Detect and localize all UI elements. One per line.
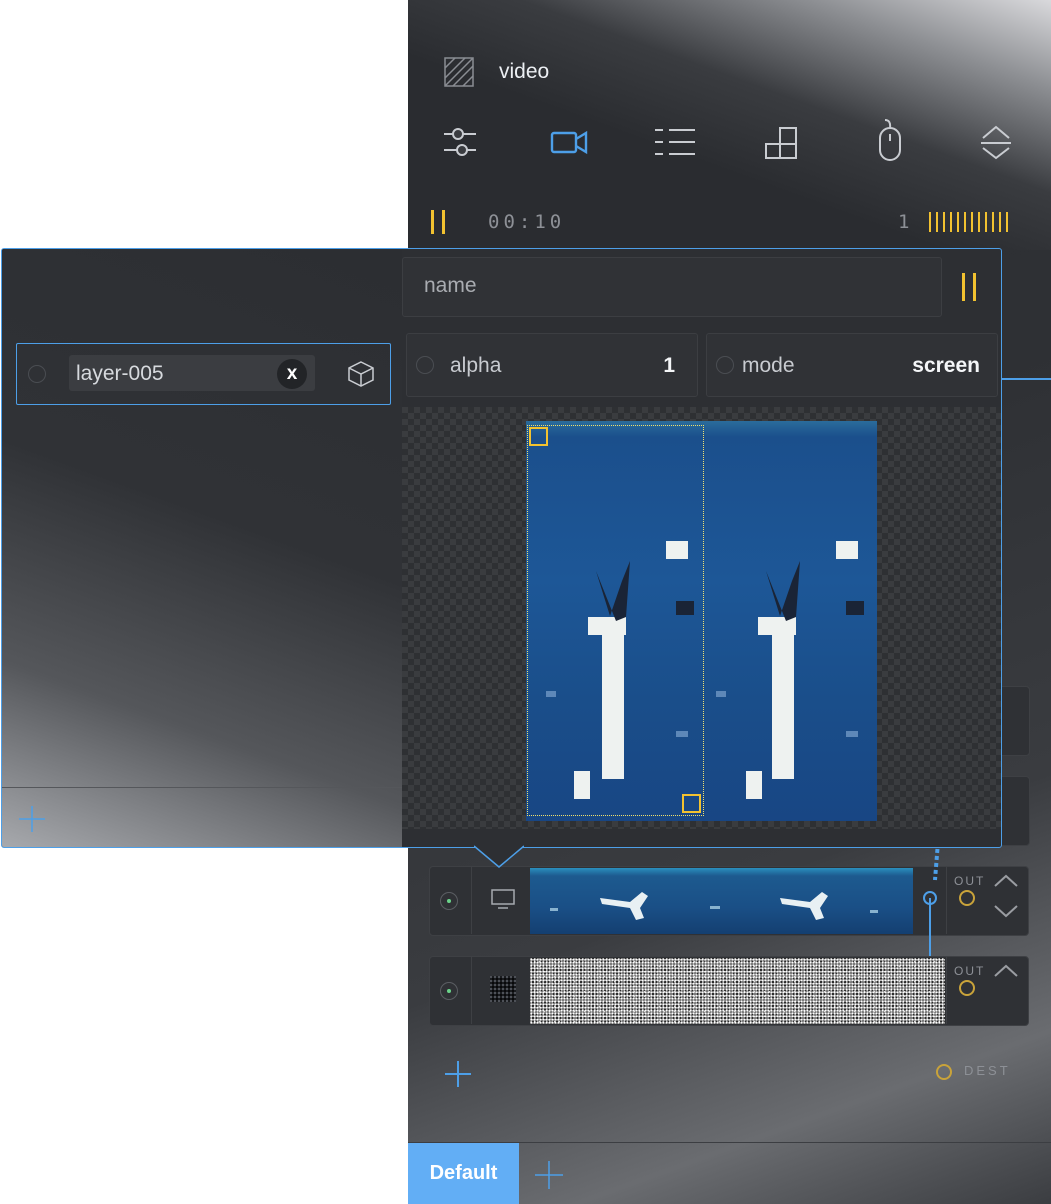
clear-button[interactable]: x: [277, 359, 307, 389]
move-up-icon[interactable]: [993, 964, 1019, 983]
tab-default-label: Default: [429, 1162, 498, 1184]
sliders-icon[interactable]: [436, 118, 484, 166]
layer-toggle[interactable]: [440, 982, 458, 1000]
layer-list-item[interactable]: layer-005 x: [16, 343, 391, 405]
monitor-icon: [490, 888, 516, 915]
frame-ticks[interactable]: [929, 212, 1008, 232]
preview-canvas[interactable]: [402, 407, 1001, 829]
mode-label: mode: [742, 354, 795, 377]
mode-link-radio[interactable]: [716, 356, 734, 374]
divider: [471, 956, 472, 1024]
divider: [471, 866, 472, 934]
panel-title: video: [499, 60, 550, 83]
hatched-layer-icon: [444, 57, 474, 87]
layer-toggle[interactable]: [440, 892, 458, 910]
video-thumbnail: [530, 868, 913, 934]
collapse-expand-icon[interactable]: [972, 118, 1020, 166]
add-layer-popup-button[interactable]: [18, 805, 46, 838]
list-icon[interactable]: [651, 118, 699, 166]
video-camera-icon[interactable]: [545, 118, 593, 166]
popup-pointer: [474, 845, 524, 868]
cube-icon[interactable]: [347, 360, 375, 393]
selection-box[interactable]: [527, 425, 704, 816]
add-tab-button[interactable]: [534, 1160, 564, 1195]
mouse-icon[interactable]: [866, 116, 914, 164]
out-label: OUT: [954, 964, 986, 978]
alpha-field[interactable]: alpha 1: [406, 333, 698, 397]
layer-popup: layer-005 x name alpha 1 mode screen: [1, 248, 1002, 848]
alpha-link-radio[interactable]: [416, 356, 434, 374]
layer-name-text: layer-005: [76, 362, 164, 385]
time-display: 00:10: [488, 211, 566, 233]
clear-label: x: [286, 363, 298, 384]
out-label: OUT: [954, 874, 986, 888]
layer-select-radio[interactable]: [28, 365, 46, 383]
move-up-icon[interactable]: [993, 874, 1019, 893]
mode-value: screen: [912, 354, 980, 377]
bottom-right-handle[interactable]: [682, 794, 701, 813]
frame-number: 1: [898, 211, 910, 233]
noise-icon: [490, 976, 516, 1002]
alpha-label: alpha: [450, 354, 502, 377]
dest-label: DEST: [964, 1063, 1011, 1078]
preview-image: [526, 421, 877, 821]
divider: [946, 956, 947, 1024]
blocks-icon[interactable]: [758, 118, 806, 166]
move-down-icon[interactable]: [993, 904, 1019, 923]
out-port[interactable]: [959, 890, 975, 906]
divider: [2, 787, 402, 788]
noise-thumbnail: [530, 958, 945, 1024]
layer-name-field[interactable]: layer-005 x: [69, 355, 315, 391]
mode-field[interactable]: mode screen: [706, 333, 998, 397]
layer-list-pane: [2, 249, 402, 847]
dest-port[interactable]: [936, 1064, 952, 1080]
top-left-handle[interactable]: [529, 427, 548, 446]
out-port[interactable]: [959, 980, 975, 996]
name-input[interactable]: name: [402, 257, 942, 317]
connection-line: [1001, 378, 1051, 380]
pause-icon[interactable]: [962, 273, 976, 301]
pause-icon[interactable]: [431, 210, 445, 234]
name-placeholder: name: [424, 274, 477, 297]
tab-default[interactable]: Default: [408, 1143, 519, 1204]
add-layer-button[interactable]: [444, 1060, 472, 1093]
alpha-value: 1: [663, 354, 675, 377]
